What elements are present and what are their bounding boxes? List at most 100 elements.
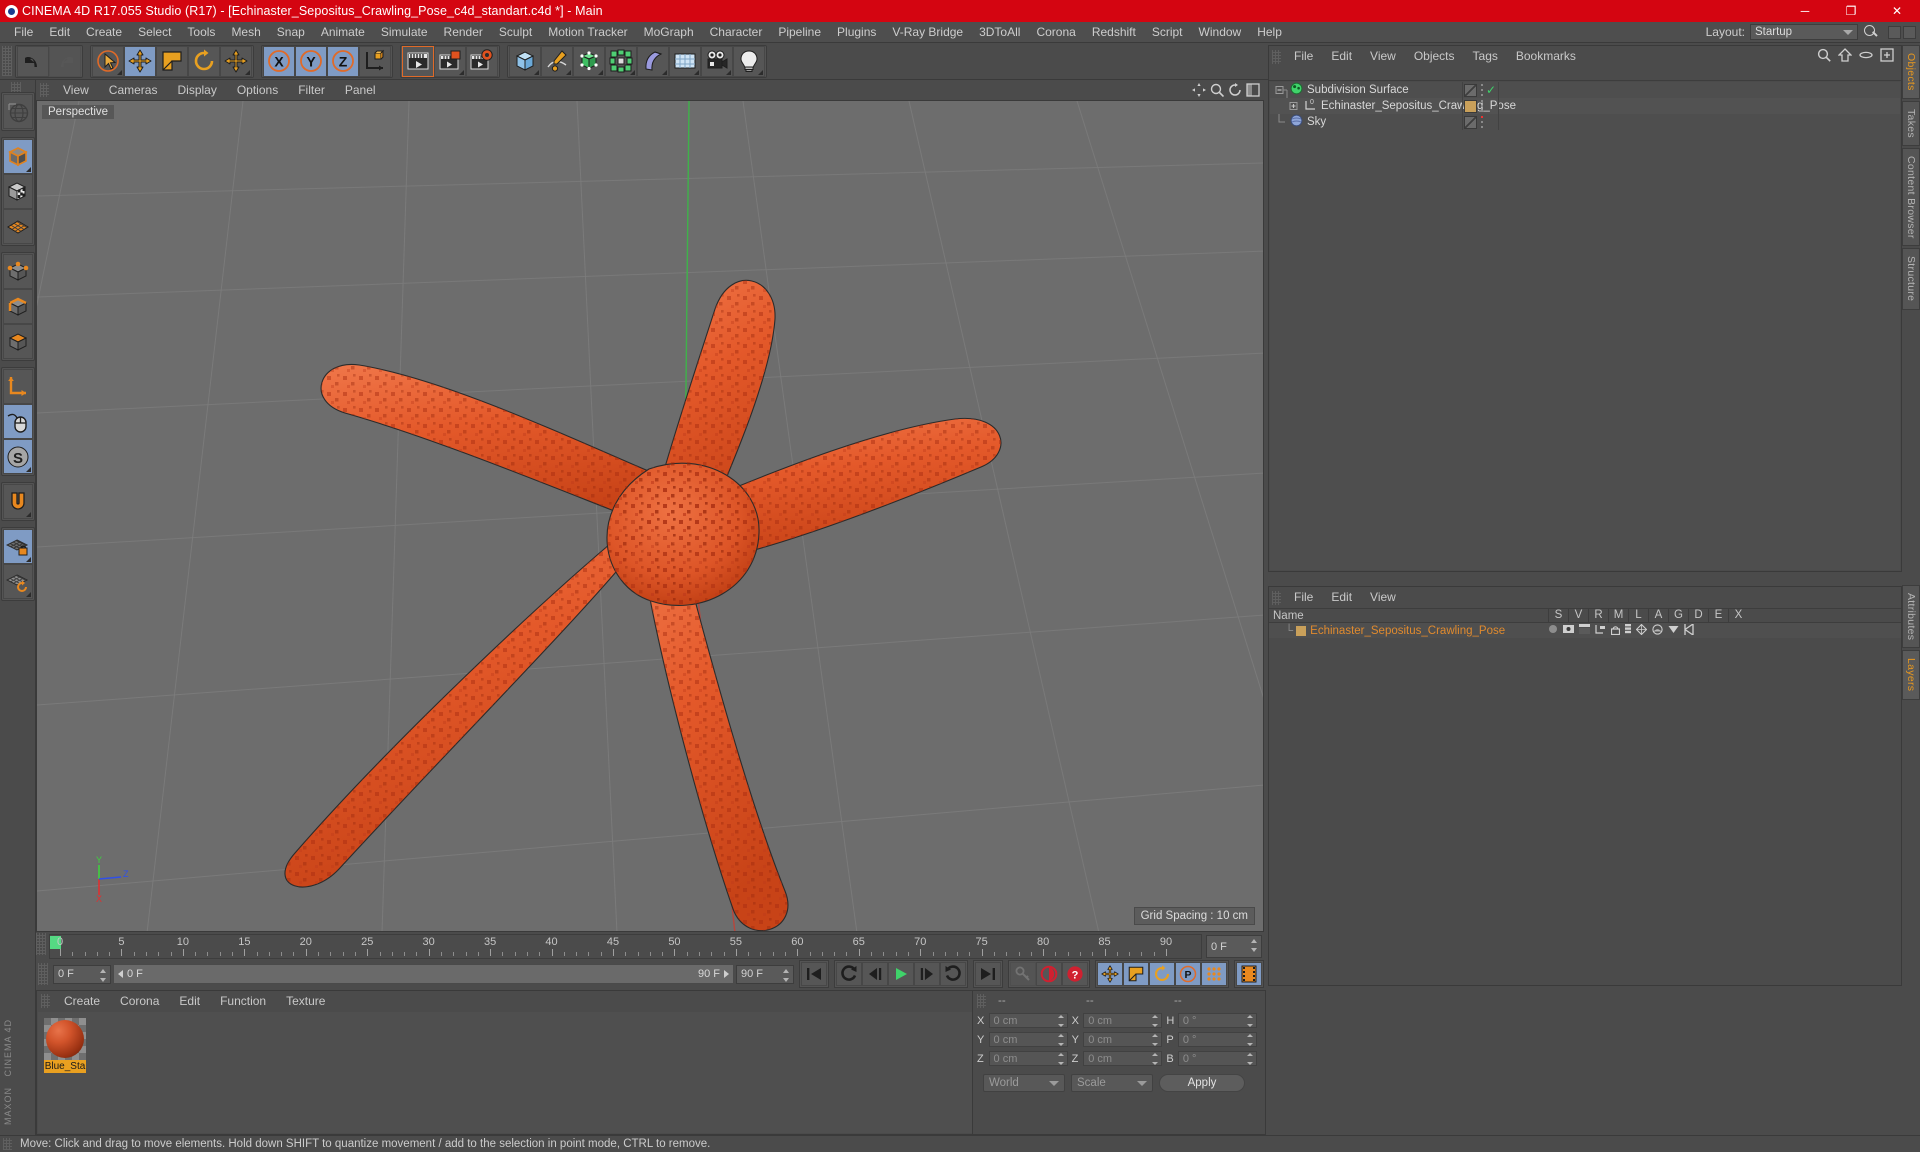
key-param-button[interactable]: P	[1175, 962, 1201, 986]
menu-plugins[interactable]: Plugins	[829, 22, 884, 43]
layer-col-s[interactable]: S	[1548, 608, 1568, 623]
object-material-tag-icon[interactable]	[1464, 99, 1477, 113]
panel-restore-button[interactable]	[1903, 25, 1916, 39]
spinner-icon[interactable]	[1057, 1053, 1065, 1065]
go-to-start-button[interactable]	[801, 962, 827, 986]
render-settings-button[interactable]	[466, 45, 498, 77]
layer-generator-icon[interactable]	[1635, 623, 1648, 638]
material-manager-grip[interactable]	[41, 994, 50, 1008]
layer-col-e[interactable]: E	[1708, 608, 1728, 623]
layer-col-g[interactable]: G	[1668, 608, 1688, 623]
layer-col-m[interactable]: M	[1608, 608, 1628, 623]
menu-create[interactable]: Create	[78, 22, 130, 43]
menu-script[interactable]: Script	[1144, 22, 1191, 43]
coord-size-y-field[interactable]: 0 cm	[1083, 1032, 1163, 1047]
layer-view-icon[interactable]	[1563, 624, 1574, 637]
spinner-icon[interactable]	[783, 968, 790, 982]
timeline-ruler[interactable]: 0 5 10 15 20 25 30 35 40 45 50 55 60 65 70 75 80 85 90	[49, 934, 1202, 959]
material-item[interactable]: Blue_Sta	[44, 1018, 86, 1073]
object-tag-cell[interactable]	[1464, 115, 1483, 129]
add-environment-button[interactable]	[669, 45, 701, 77]
viewport-menu-panel[interactable]: Panel	[335, 80, 386, 100]
panel-minimize-button[interactable]	[1888, 25, 1901, 39]
x-axis-lock[interactable]: X	[263, 45, 295, 77]
animation-current-frame-field[interactable]: 0 F	[53, 964, 111, 984]
layer-menu-edit[interactable]: Edit	[1322, 587, 1361, 608]
move-tool[interactable]	[124, 45, 156, 77]
menu-3dtoall[interactable]: 3DToAll	[971, 22, 1028, 43]
tree-expand-toggle[interactable]	[1274, 82, 1290, 108]
layer-col-l[interactable]: L	[1628, 608, 1648, 623]
layer-manager-grip[interactable]	[1272, 590, 1281, 605]
timeline-range-scrollbar[interactable]: 0 F 90 F	[113, 964, 734, 984]
add-light-button[interactable]	[733, 45, 765, 77]
spinner-icon[interactable]	[1152, 1034, 1159, 1046]
object-menu-tags[interactable]: Tags	[1464, 46, 1507, 67]
menu-character[interactable]: Character	[702, 22, 771, 43]
menu-render[interactable]: Render	[436, 22, 491, 43]
vtab-content-browser[interactable]: Content Browser	[1902, 147, 1920, 247]
texture-mode-button[interactable]	[2, 174, 33, 209]
planar-workplane-button[interactable]	[2, 564, 33, 599]
menu-select[interactable]: Select	[130, 22, 179, 43]
lock-workplane-button[interactable]	[2, 529, 33, 564]
layer-animation-icon[interactable]	[1625, 623, 1631, 638]
menu-edit[interactable]: Edit	[41, 22, 78, 43]
vtab-takes[interactable]: Takes	[1902, 100, 1920, 146]
spinner-icon[interactable]	[1247, 1053, 1254, 1065]
next-key-button[interactable]	[940, 962, 966, 986]
previous-key-button[interactable]	[836, 962, 862, 986]
range-right-arrow-icon[interactable]	[724, 970, 729, 978]
viewport-menu-view[interactable]: View	[53, 80, 99, 100]
menu-window[interactable]: Window	[1191, 22, 1250, 43]
layer-color-swatch[interactable]	[1296, 625, 1307, 636]
viewport-navigation-tool[interactable]	[2, 94, 33, 129]
magnet-tool-button[interactable]	[2, 484, 33, 519]
key-scale-button[interactable]	[1123, 962, 1149, 986]
timeline-current-frame-field[interactable]: 0 F	[1206, 935, 1262, 958]
points-mode-button[interactable]	[2, 254, 33, 289]
material-menu-corona[interactable]: Corona	[110, 991, 169, 1011]
axis-modify-button[interactable]	[2, 369, 33, 404]
polygons-mode-button[interactable]	[2, 324, 33, 359]
coord-pos-y-field[interactable]: 0 cm	[988, 1032, 1068, 1047]
layer-lock-icon[interactable]	[1610, 624, 1621, 638]
layout-select[interactable]: Startup	[1750, 24, 1858, 40]
object-dots-icon[interactable]	[1480, 83, 1483, 97]
scale-tool[interactable]	[156, 45, 188, 77]
menu-animate[interactable]: Animate	[313, 22, 373, 43]
workplane-button[interactable]: S	[2, 439, 33, 474]
world-object-coord-toggle[interactable]	[359, 45, 391, 77]
coord-rot-b-field[interactable]: 0 °	[1177, 1051, 1258, 1066]
add-deformer-button[interactable]	[637, 45, 669, 77]
menu-vray-bridge[interactable]: V-Ray Bridge	[884, 22, 971, 43]
coord-pos-z-field[interactable]: 0 cm	[988, 1051, 1068, 1066]
coord-rot-p-field[interactable]: 0 °	[1177, 1032, 1258, 1047]
step-forward-button[interactable]	[914, 962, 940, 986]
coord-size-z-field[interactable]: 0 cm	[1083, 1051, 1163, 1066]
layer-solo-icon[interactable]	[1548, 624, 1558, 637]
spinner-icon[interactable]	[1057, 1015, 1065, 1027]
layer-col-a[interactable]: A	[1648, 608, 1668, 623]
object-row-echinaster[interactable]: 0 Echinaster_Sepositus_Crawling_Pose	[1270, 98, 1900, 114]
apply-button[interactable]: Apply	[1159, 1074, 1245, 1092]
object-tree[interactable]: Subdivision Surface ✓ 0 Echinaster_Sepos…	[1270, 82, 1900, 570]
layer-row[interactable]: └ Echinaster_Sepositus_Crawling_Pose	[1269, 622, 1901, 638]
play-button[interactable]	[888, 962, 914, 986]
object-tag-cell[interactable]: ✓	[1464, 83, 1496, 97]
viewport-canvas[interactable]: Perspective Grid Spacing : 10 cm Y X Z	[36, 100, 1264, 932]
auto-keyframing-button[interactable]: ?	[1062, 962, 1088, 986]
spinner-icon[interactable]	[1247, 1034, 1254, 1046]
spinner-icon[interactable]	[1251, 939, 1258, 952]
menu-tools[interactable]: Tools	[179, 22, 223, 43]
timeline-grip[interactable]	[36, 933, 46, 955]
step-back-button[interactable]	[862, 962, 888, 986]
viewport-menu-filter[interactable]: Filter	[288, 80, 335, 100]
redo-button[interactable]	[49, 45, 81, 77]
object-visibility-dots-icon[interactable]	[1464, 115, 1477, 129]
object-menu-objects[interactable]: Objects	[1405, 46, 1464, 67]
menu-mesh[interactable]: Mesh	[223, 22, 268, 43]
object-row-sky[interactable]: Sky	[1270, 114, 1900, 130]
toolbar-grip[interactable]	[2, 46, 12, 76]
object-search-icon[interactable]	[1817, 48, 1831, 65]
